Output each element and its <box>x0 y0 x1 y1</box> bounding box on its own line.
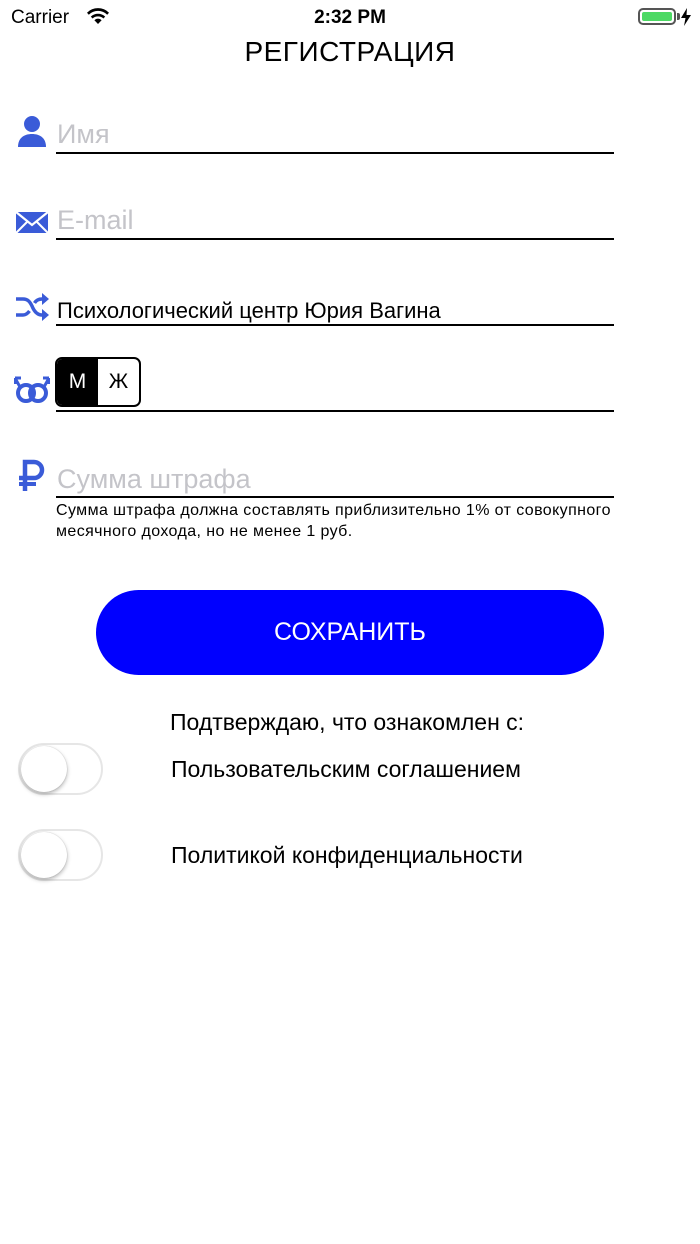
agreements-heading: Подтверждаю, что ознакомлен с: <box>170 709 525 735</box>
gender-option-male[interactable]: М <box>57 359 98 405</box>
organization-underline <box>56 324 614 326</box>
email-underline <box>56 238 614 240</box>
gender-option-female[interactable]: Ж <box>98 359 139 405</box>
fine-amount-underline <box>56 496 614 498</box>
user-icon <box>18 116 46 147</box>
user-agreement-label[interactable]: Пользовательским соглашением <box>171 756 521 783</box>
name-input[interactable]: Имя <box>57 119 110 150</box>
gender-underline <box>56 410 614 412</box>
save-button[interactable]: СОХРАНИТЬ <box>96 590 604 675</box>
shuffle-icon <box>16 293 49 321</box>
charging-bolt-icon <box>681 8 691 26</box>
toggle-knob <box>21 746 67 792</box>
fine-amount-hint: Сумма штрафа должна составлять приблизит… <box>56 502 611 540</box>
toggle-knob <box>21 832 67 878</box>
gender-segmented-control[interactable]: М Ж <box>55 357 141 407</box>
privacy-policy-toggle[interactable] <box>18 829 103 881</box>
status-bar: Carrier 2:32 PM <box>0 0 700 36</box>
name-underline <box>56 152 614 154</box>
battery-icon <box>638 8 676 25</box>
user-agreement-toggle[interactable] <box>18 743 103 795</box>
gender-icon <box>14 376 50 403</box>
battery-cap <box>677 13 680 20</box>
organization-input[interactable]: Психологический центр Юрия Вагина <box>57 298 441 324</box>
status-time: 2:32 PM <box>314 7 386 28</box>
privacy-policy-label[interactable]: Политикой конфиденциальности <box>171 842 523 869</box>
email-input[interactable]: E-mail <box>57 205 134 236</box>
fine-amount-input[interactable]: Сумма штрафа <box>57 464 251 495</box>
envelope-icon <box>15 211 49 234</box>
page-title: РЕГИСТРАЦИЯ <box>244 36 456 67</box>
ruble-icon <box>19 459 45 491</box>
